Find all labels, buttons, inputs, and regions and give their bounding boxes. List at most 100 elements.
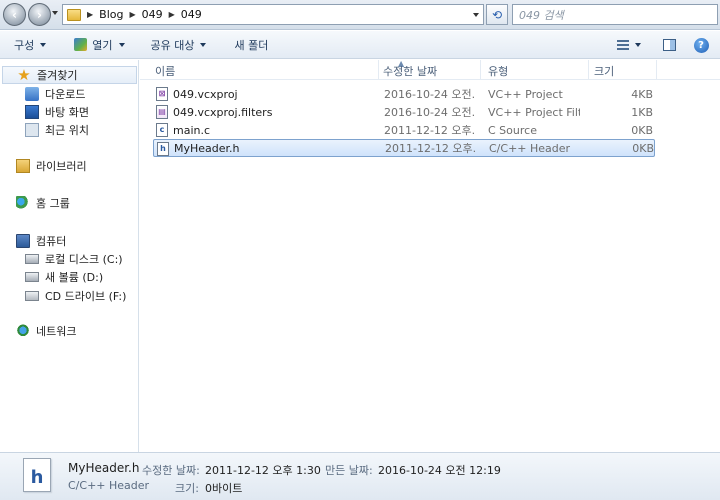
preview-pane-button[interactable]	[658, 34, 680, 56]
column-header: ▲ 이름 수정한 날짜 유형 크기	[140, 59, 720, 80]
view-list-icon	[617, 40, 629, 50]
header-file-large-icon: h	[23, 458, 51, 492]
address-history-dropdown[interactable]	[473, 13, 479, 17]
file-row[interactable]: ▤ 049.vcxproj.filters 2016-10-24 오전... V…	[153, 103, 655, 121]
back-button[interactable]: ‹	[3, 3, 26, 26]
file-name: 049.vcxproj	[173, 87, 238, 101]
breadcrumb[interactable]: ▶ Blog ▶ 049 ▶ 049	[62, 4, 484, 25]
chevron-right-icon[interactable]: ▶	[87, 10, 93, 19]
column-size[interactable]: 크기	[594, 63, 614, 79]
open-app-icon	[74, 38, 88, 51]
recent-places-icon	[25, 123, 39, 137]
sidebar-label: 네트워크	[36, 325, 77, 338]
homegroup-icon	[16, 196, 30, 210]
column-divider[interactable]	[480, 60, 481, 80]
help-button[interactable]: ?	[690, 34, 712, 56]
hard-drive-icon	[25, 272, 39, 282]
details-filetype: C/C++ Header	[68, 479, 150, 492]
sidebar-item-cd-drive[interactable]: CD 드라이브 (F:)	[25, 287, 126, 305]
file-row[interactable]: ⊠ 049.vcxproj 2016-10-24 오전... VC++ Proj…	[153, 85, 655, 103]
sidebar-item-new-volume[interactable]: 새 볼륨 (D:)	[25, 268, 103, 286]
network-icon	[16, 324, 30, 338]
address-bar: ‹ › ▶ Blog ▶ 049 ▶ 049 ⟲ 049 검색	[0, 0, 720, 30]
hard-drive-icon	[25, 254, 39, 264]
chevron-down-icon	[635, 43, 641, 47]
computer-icon	[16, 234, 30, 248]
library-icon	[16, 159, 30, 173]
file-size: 0KB	[632, 141, 654, 155]
file-date: 2016-10-24 오전...	[384, 106, 476, 119]
chevron-down-icon	[200, 42, 207, 47]
sidebar-item-recent[interactable]: 최근 위치	[25, 121, 89, 139]
file-date: 2011-12-12 오후...	[385, 142, 477, 155]
folder-icon	[67, 8, 81, 21]
details-modified-value: 2011-12-12 오후 1:30	[205, 464, 321, 477]
column-date[interactable]: 수정한 날짜	[383, 63, 437, 79]
file-type: VC++ Project Filt...	[488, 105, 580, 119]
sidebar-label: 즐겨찾기	[37, 69, 78, 82]
refresh-button[interactable]: ⟲	[486, 4, 508, 25]
desktop-icon	[25, 105, 39, 119]
sidebar-item-computer[interactable]: 컴퓨터	[16, 232, 66, 250]
chevron-right-icon[interactable]: ▶	[129, 10, 135, 19]
recent-pages-dropdown[interactable]	[52, 11, 58, 15]
sidebar-item-homegroup[interactable]: 홈 그룹	[16, 194, 70, 212]
cd-drive-icon	[25, 291, 39, 301]
open-button[interactable]: 열기	[66, 34, 132, 56]
file-name: main.c	[173, 123, 211, 137]
file-row-selected[interactable]: h MyHeader.h 2011-12-12 오후... C/C++ Head…	[153, 139, 655, 157]
sidebar-item-favorites[interactable]: ★ 즐겨찾기	[2, 66, 137, 84]
vcxproj-file-icon: ⊠	[156, 87, 168, 101]
chevron-right-icon[interactable]: ▶	[169, 10, 175, 19]
preview-pane-icon	[662, 39, 676, 51]
sidebar-label: 바탕 화면	[45, 106, 89, 119]
file-row[interactable]: c main.c 2011-12-12 오후... C Source 0KB	[153, 121, 655, 139]
sidebar-label: 컴퓨터	[36, 235, 67, 248]
chevron-down-icon	[118, 42, 125, 47]
sidebar-item-libraries[interactable]: 라이브러리	[16, 157, 87, 175]
sidebar-label: 새 볼륨 (D:)	[45, 271, 104, 284]
column-divider[interactable]	[378, 60, 379, 80]
file-name: MyHeader.h	[174, 141, 240, 155]
star-icon: ★	[17, 66, 31, 84]
column-type[interactable]: 유형	[488, 63, 508, 79]
details-created-value: 2016-10-24 오전 12:19	[378, 464, 501, 477]
share-button[interactable]: 공유 대상	[143, 34, 215, 56]
sidebar-label: 다운로드	[45, 88, 86, 101]
file-size: 4KB	[631, 87, 653, 101]
crumb-049-parent[interactable]: 049	[142, 8, 163, 21]
details-filename: MyHeader.h	[68, 461, 140, 475]
details-size-label: 크기:	[175, 482, 199, 495]
details-modified-label: 수정한 날짜:	[142, 464, 200, 477]
column-divider[interactable]	[656, 60, 657, 80]
crumb-blog[interactable]: Blog	[99, 8, 123, 21]
file-name: 049.vcxproj.filters	[173, 105, 273, 119]
file-date: 2011-12-12 오후...	[384, 124, 476, 137]
organize-label: 구성	[14, 38, 35, 52]
details-pane: h MyHeader.h C/C++ Header 수정한 날짜: 2011-1…	[0, 452, 720, 500]
column-name[interactable]: 이름	[155, 63, 175, 79]
forward-button[interactable]: ›	[28, 3, 51, 26]
file-type: C Source	[488, 123, 537, 137]
new-folder-button[interactable]: 새 폴더	[226, 34, 276, 56]
crumb-049-current[interactable]: 049	[181, 8, 202, 21]
c-source-file-icon: c	[156, 123, 168, 137]
organize-button[interactable]: 구성	[6, 34, 54, 56]
sidebar-item-network[interactable]: 네트워크	[16, 322, 76, 340]
change-view-button[interactable]	[612, 34, 646, 56]
search-input[interactable]: 049 검색	[512, 4, 718, 25]
sidebar-item-downloads[interactable]: 다운로드	[25, 85, 85, 103]
help-icon: ?	[693, 37, 709, 53]
download-folder-icon	[25, 87, 39, 101]
navigation-pane: ★ 즐겨찾기 다운로드 바탕 화면 최근 위치 라이브러리 홈 그룹 컴퓨터 로…	[0, 60, 139, 452]
details-size-value: 0바이트	[205, 482, 243, 495]
sidebar-item-local-disk[interactable]: 로컬 디스크 (C:)	[25, 250, 123, 268]
column-divider[interactable]	[588, 60, 589, 80]
open-label: 열기	[92, 38, 113, 52]
sidebar-label: 라이브러리	[36, 160, 87, 173]
chevron-down-icon	[40, 42, 47, 47]
sidebar-label: 홈 그룹	[36, 197, 70, 210]
file-size: 1KB	[631, 105, 653, 119]
sidebar-item-desktop[interactable]: 바탕 화면	[25, 103, 89, 121]
sidebar-label: 로컬 디스크 (C:)	[45, 253, 123, 266]
